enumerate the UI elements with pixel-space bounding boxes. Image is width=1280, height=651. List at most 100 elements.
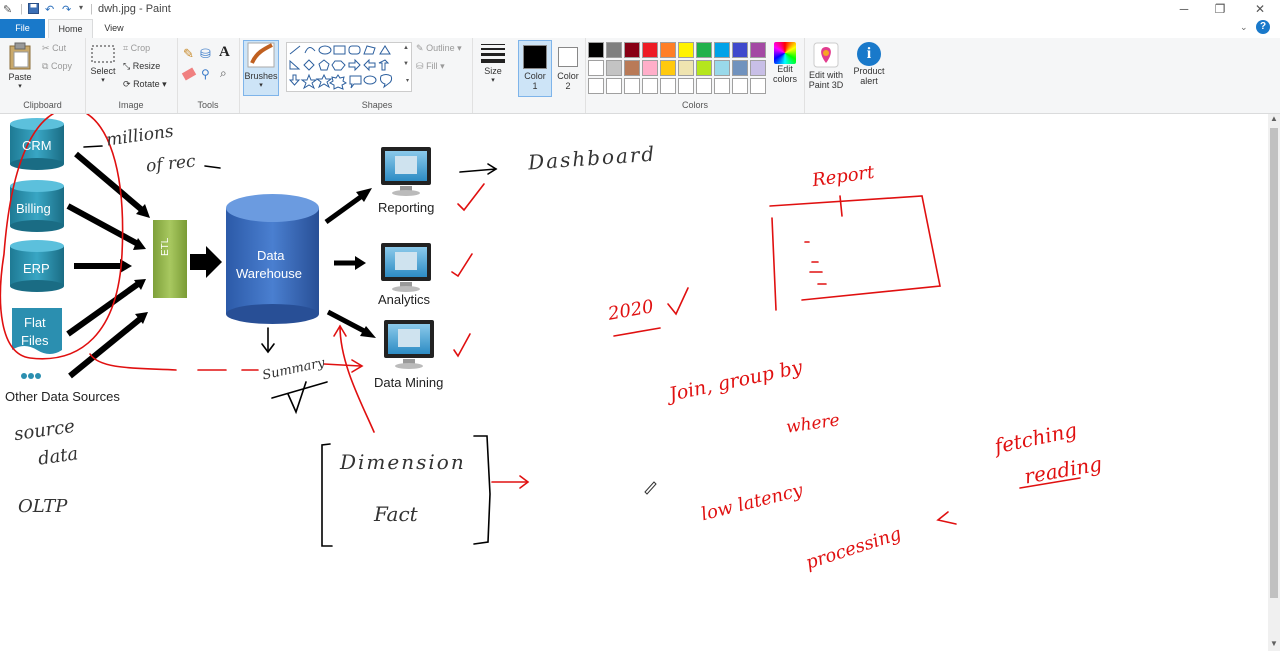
palette-color-swatch[interactable] (606, 60, 622, 76)
color1-button[interactable]: Color 1 (518, 40, 552, 97)
palette-custom-swatch[interactable] (606, 78, 622, 94)
note-fact: Fact (374, 502, 418, 526)
ribbon: Paste ▾ ✂ Cut ⧉ Copy Clipboard Select ▾ … (0, 38, 1280, 114)
palette-color-swatch[interactable] (696, 60, 712, 76)
warehouse-label-2: Warehouse (236, 266, 302, 281)
billing-label: Billing (16, 201, 51, 216)
outline-icon: ✎ (416, 43, 424, 53)
palette-custom-swatch[interactable] (588, 78, 604, 94)
cut-button[interactable]: ✂ Cut (42, 43, 66, 54)
resize-button[interactable]: ⤡ Resize (123, 61, 160, 72)
palette-color-swatch[interactable] (678, 60, 694, 76)
drawing-canvas[interactable]: CRM Billing ERP Flat Files Other Data So… (0, 114, 1268, 651)
palette-color-swatch[interactable] (714, 60, 730, 76)
customize-quick-access-icon[interactable]: ▾ (79, 3, 83, 12)
tab-home[interactable]: Home (48, 19, 93, 39)
palette-custom-swatch[interactable] (750, 78, 766, 94)
palette-custom-swatch[interactable] (696, 78, 712, 94)
undo-icon[interactable]: ↶ (45, 3, 54, 16)
minimize-button[interactable]: ─ (1166, 0, 1202, 19)
outline-button[interactable]: ✎ Outline ▾ (416, 43, 462, 54)
fill-icon: ⛁ (416, 61, 424, 71)
palette-custom-swatch[interactable] (624, 78, 640, 94)
source-to-etl-arrows (66, 151, 144, 379)
palette-color-swatch[interactable] (660, 60, 676, 76)
shapes-scroll-up-icon[interactable]: ▲ (403, 45, 409, 51)
crop-button[interactable]: ⌗ Crop (123, 43, 150, 54)
palette-color-swatch[interactable] (624, 42, 640, 58)
palette-custom-swatch[interactable] (732, 78, 748, 94)
palette-custom-swatch[interactable] (714, 78, 730, 94)
palette-color-swatch[interactable] (642, 42, 658, 58)
palette-color-swatch[interactable] (588, 42, 604, 58)
tab-file[interactable]: File (0, 19, 45, 38)
maximize-button[interactable]: ❐ (1202, 0, 1238, 19)
fill-label: Fill (426, 61, 438, 71)
palette-color-swatch[interactable] (714, 42, 730, 58)
scrollbar-thumb[interactable] (1270, 128, 1278, 598)
color2-button[interactable]: Color 2 (552, 41, 584, 96)
brushes-button[interactable]: Brushes ▾ (243, 40, 279, 96)
color-picker-icon[interactable]: ⚲ (201, 67, 210, 81)
shapes-scroll-down-icon[interactable]: ▼ (403, 61, 409, 67)
paste-icon (9, 42, 31, 70)
shapes-gallery[interactable]: ▲ ▼ ▾ (286, 42, 412, 92)
scroll-down-arrow-icon[interactable]: ▼ (1268, 639, 1280, 651)
separator: | (20, 3, 23, 15)
shapes-gallery-icons (288, 45, 393, 90)
shapes-more-icon[interactable]: ▾ (406, 77, 409, 84)
magnifier-icon[interactable]: ⌕ (220, 66, 227, 81)
palette-color-swatch[interactable] (732, 42, 748, 58)
tab-view[interactable]: View (96, 19, 132, 38)
fill-bucket-icon[interactable]: ⛁ (200, 46, 211, 62)
collapse-ribbon-icon[interactable]: ⌄ (1240, 22, 1248, 33)
palette-custom-swatch[interactable] (660, 78, 676, 94)
erp-label: ERP (23, 261, 50, 276)
crop-label: Crop (130, 43, 151, 53)
palette-color-swatch[interactable] (588, 60, 604, 76)
palette-color-swatch[interactable] (642, 60, 658, 76)
scroll-up-arrow-icon[interactable]: ▲ (1268, 114, 1280, 126)
edit-colors-button[interactable]: Edit colors (768, 42, 802, 84)
paste-button[interactable]: Paste ▾ (4, 42, 36, 94)
copy-button[interactable]: ⧉ Copy (42, 61, 72, 72)
palette-color-swatch[interactable] (732, 60, 748, 76)
size-button[interactable]: Size ▾ (476, 42, 510, 94)
vertical-scrollbar[interactable]: ▲ ▼ (1268, 114, 1280, 651)
other-data-sources-label: Other Data Sources (5, 389, 120, 404)
close-button[interactable]: ✕ (1242, 0, 1278, 19)
paste-label: Paste (8, 72, 32, 82)
palette-color-swatch[interactable] (750, 60, 766, 76)
flat-files-label-2: Files (21, 333, 49, 348)
info-icon: i (857, 42, 881, 66)
product-alert-button[interactable]: i Product alert (850, 42, 888, 86)
palette-custom-swatch[interactable] (642, 78, 658, 94)
palette-color-swatch[interactable] (750, 42, 766, 58)
save-icon[interactable] (28, 3, 39, 17)
flat-files-label-1: Flat (24, 315, 46, 330)
palette-color-swatch[interactable] (606, 42, 622, 58)
palette-color-swatch[interactable] (696, 42, 712, 58)
pencil-icon[interactable]: ✎ (183, 46, 194, 62)
palette-color-swatch[interactable] (624, 60, 640, 76)
color1-label: Color (524, 71, 546, 81)
rotate-button[interactable]: ⟳ Rotate ▾ (123, 79, 167, 90)
edit-with-paint3d-button[interactable]: Edit with Paint 3D (806, 42, 846, 90)
clipboard-group: Paste ▾ ✂ Cut ⧉ Copy Clipboard (0, 38, 86, 113)
separator: | (90, 3, 93, 15)
paste-dropdown-icon[interactable]: ▾ (4, 82, 36, 90)
eraser-icon[interactable] (181, 67, 197, 81)
data-mining-monitor-icon (384, 320, 434, 369)
palette-color-swatch[interactable] (678, 42, 694, 58)
palette-color-swatch[interactable] (660, 42, 676, 58)
color2-label: Color (557, 71, 579, 81)
select-button[interactable]: Select ▾ (89, 44, 117, 84)
color2-number: 2 (565, 81, 571, 91)
fill-button[interactable]: ⛁ Fill ▾ (416, 61, 445, 72)
redo-icon[interactable]: ↷ (62, 3, 71, 16)
select-icon (91, 45, 115, 63)
select-dropdown-icon[interactable]: ▾ (89, 76, 117, 84)
text-icon[interactable]: A (219, 44, 230, 61)
help-icon[interactable]: ? (1256, 20, 1270, 34)
palette-custom-swatch[interactable] (678, 78, 694, 94)
